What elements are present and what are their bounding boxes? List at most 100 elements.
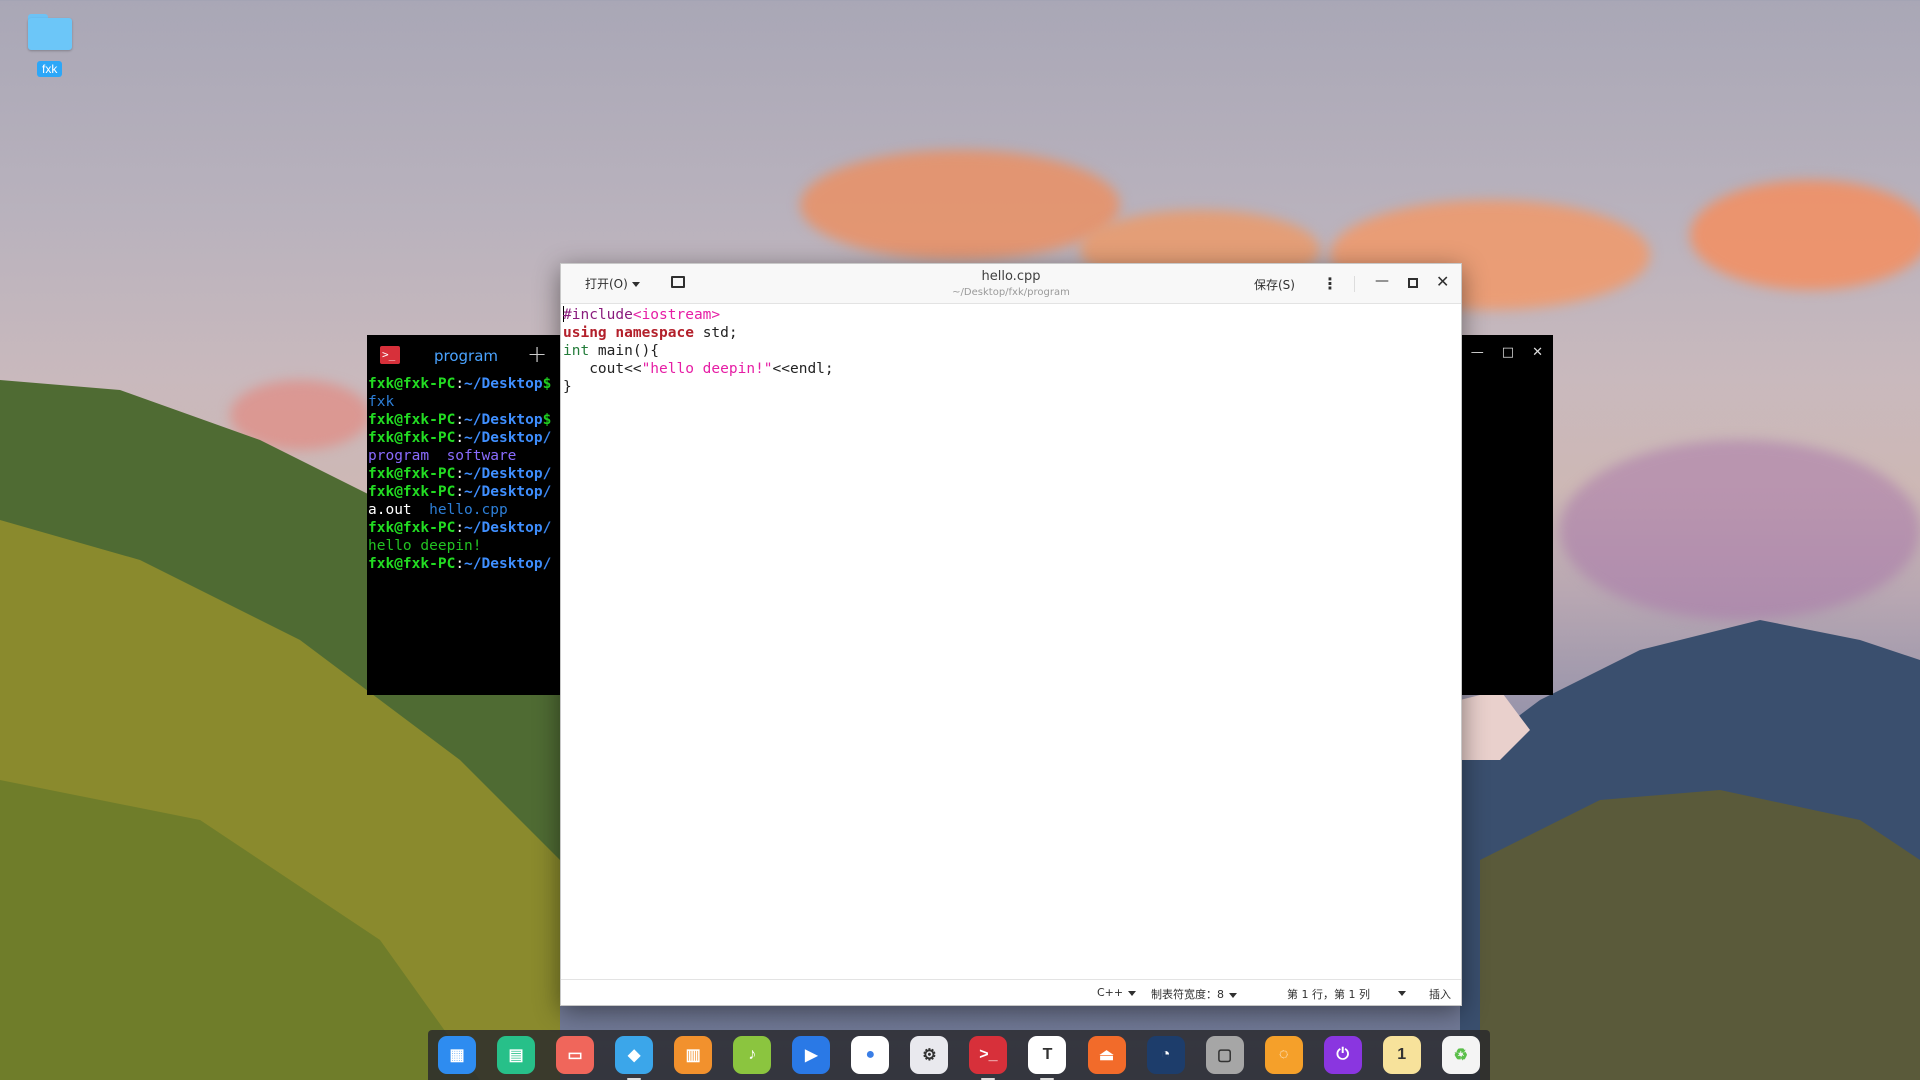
maximize-icon[interactable] xyxy=(1408,278,1418,288)
deepin-store-icon[interactable]: ▥ xyxy=(674,1036,713,1074)
terminal-line: fxk@fxk-PC:~/Desktop$ xyxy=(368,411,551,429)
dock-glyph: ▶ xyxy=(805,1047,818,1064)
terminal-text: : xyxy=(455,520,465,536)
power-icon[interactable]: ⏻ xyxy=(1323,1036,1362,1074)
tab-width-label: 制表符宽度：8 xyxy=(1151,988,1224,1001)
terminal-text: ~/Desktop/ xyxy=(464,430,552,446)
dock-glyph: ◔ xyxy=(1160,1046,1171,1063)
terminal-text: $ xyxy=(542,376,552,392)
dock-glyph: >_ xyxy=(979,1046,998,1063)
terminal-text: hello deepin! xyxy=(368,538,482,554)
code-token: "hello deepin!" xyxy=(641,361,773,377)
terminal-text: fxk@fxk-PC xyxy=(368,556,456,572)
code-token: <iostream> xyxy=(632,307,721,323)
language-label: C++ xyxy=(1097,986,1124,999)
text-editor-icon[interactable]: T xyxy=(1028,1036,1067,1080)
terminal-line: fxk@fxk-PC:~/Desktop/ xyxy=(368,519,551,537)
code-area[interactable]: #include<iostream> using namespace std; in… xyxy=(563,306,834,396)
dock: ▦ ▤ ▭ ◆ ▥ ♪ ▶ ● ⚙ >_ T ⏏ ◔ ▢ ◌ ⏻ 1 ♻ xyxy=(428,1030,1490,1080)
code-line: } xyxy=(563,378,834,396)
maximize-icon[interactable]: □ xyxy=(1502,345,1514,360)
text-editor-window[interactable]: 打开(O) hello.cpp ~/Desktop/fxk/program 保存… xyxy=(560,263,1462,1006)
terminal-icon[interactable]: >_ xyxy=(969,1036,1008,1080)
dock-glyph: ◆ xyxy=(627,1047,641,1064)
insert-mode: 插入 xyxy=(1429,988,1451,1001)
save-button[interactable]: 保存(S) xyxy=(1254,276,1295,293)
terminal-tab-program[interactable]: program xyxy=(434,347,498,365)
language-selector[interactable]: C++ xyxy=(1097,986,1137,999)
dock-glyph: ◌ xyxy=(1278,1046,1289,1063)
code-token: namespace xyxy=(615,325,694,341)
dock-glyph: ▭ xyxy=(567,1047,583,1064)
code-token: std; xyxy=(693,325,738,341)
terminal-line: program software xyxy=(368,447,551,465)
dock-glyph: ▤ xyxy=(508,1047,524,1064)
trash-icon[interactable]: ♻ xyxy=(1441,1036,1480,1074)
dock-glyph: 1 xyxy=(1397,1046,1407,1063)
terminal-text: ~/Desktop/ xyxy=(464,520,552,536)
chevron-down-icon xyxy=(1229,992,1237,998)
terminal-text: : xyxy=(455,556,465,572)
terminal-text: fxk xyxy=(368,394,395,410)
tab-width-selector[interactable]: 制表符宽度：8 xyxy=(1151,986,1237,1002)
close-icon[interactable]: ✕ xyxy=(1532,345,1543,360)
music-icon[interactable]: ♪ xyxy=(733,1036,772,1074)
add-tab-icon[interactable]: + xyxy=(527,340,547,368)
terminal-text: : xyxy=(455,376,465,392)
terminal-text: : xyxy=(455,412,465,428)
terminal-text: ~/Desktop xyxy=(464,412,543,428)
upload-icon[interactable]: ⏏ xyxy=(1087,1036,1126,1074)
dock-glyph: ⏏ xyxy=(1098,1047,1115,1064)
code-token: } xyxy=(563,379,572,395)
terminal-text: ~/Desktop xyxy=(464,376,543,392)
launcher-icon[interactable]: ▦ xyxy=(438,1036,476,1074)
terminal-text: : xyxy=(455,430,465,446)
code-line: int main(){ xyxy=(563,342,834,360)
terminal-text: fxk@fxk-PC xyxy=(368,412,456,428)
terminal-line: hello deepin! xyxy=(368,537,551,555)
code-token: #include xyxy=(563,307,633,323)
terminal-line: fxk xyxy=(368,393,551,411)
close-icon[interactable]: ✕ xyxy=(1436,272,1449,291)
app-store-icon[interactable]: ◆ xyxy=(615,1036,654,1080)
terminal-text: hello.cpp xyxy=(429,502,508,518)
terminal-text: fxk@fxk-PC xyxy=(368,484,456,500)
dock-glyph: ⏻ xyxy=(1336,1046,1350,1063)
dock-glyph: T xyxy=(1042,1046,1053,1063)
terminal-text: $ xyxy=(542,412,552,428)
code-token: int xyxy=(563,343,590,359)
desktop-folder-label[interactable]: fxk xyxy=(37,61,63,77)
clock-icon[interactable]: 1 xyxy=(1382,1036,1421,1074)
deepin-clone-icon[interactable]: ◔ xyxy=(1146,1036,1185,1074)
terminal-line: fxk@fxk-PC:~/Desktop/ xyxy=(368,465,551,483)
file-manager-icon[interactable]: ▤ xyxy=(497,1036,536,1074)
titlebar-divider xyxy=(1354,276,1355,292)
terminal-text: fxk@fxk-PC xyxy=(368,520,456,536)
terminal-text: : xyxy=(455,484,465,500)
minimize-icon[interactable]: — xyxy=(1375,273,1389,289)
code-line: using namespace std; xyxy=(563,324,834,342)
terminal-line: fxk@fxk-PC:~/Desktop/ xyxy=(368,555,551,573)
dock-glyph: ▢ xyxy=(1217,1047,1233,1064)
encoding-selector[interactable] xyxy=(1393,986,1406,999)
menu-icon[interactable]: ⋮ xyxy=(1322,274,1338,293)
terminal-output[interactable]: fxk@fxk-PC:~/Desktop$ fxk fxk@fxk-PC:~/Des… xyxy=(368,375,551,573)
search-app-icon[interactable]: ◌ xyxy=(1264,1036,1303,1074)
chrome-icon[interactable]: ● xyxy=(851,1036,890,1074)
screen-recorder-icon[interactable]: ▭ xyxy=(556,1036,595,1074)
status-bar: C++ 制表符宽度：8 第 1 行，第 1 列 插入 xyxy=(561,979,1461,1005)
terminal-text: ~/Desktop/ xyxy=(464,484,552,500)
dock-glyph: ● xyxy=(865,1046,876,1063)
editor-titlebar: 打开(O) hello.cpp ~/Desktop/fxk/program 保存… xyxy=(561,264,1461,304)
code-token: using xyxy=(563,325,607,341)
dock-glyph: ♻ xyxy=(1453,1047,1468,1064)
terminal-text: program software xyxy=(368,448,517,464)
movie-icon[interactable]: ▶ xyxy=(792,1036,831,1074)
minimize-icon[interactable]: — xyxy=(1471,345,1484,360)
dock-glyph: ⚙ xyxy=(922,1047,937,1064)
settings-icon[interactable]: ⚙ xyxy=(910,1036,949,1074)
chevron-down-icon xyxy=(1398,990,1406,996)
desktop-folder-icon[interactable] xyxy=(28,14,72,50)
terminal-text: fxk@fxk-PC xyxy=(368,466,456,482)
archive-icon[interactable]: ▢ xyxy=(1205,1036,1244,1074)
